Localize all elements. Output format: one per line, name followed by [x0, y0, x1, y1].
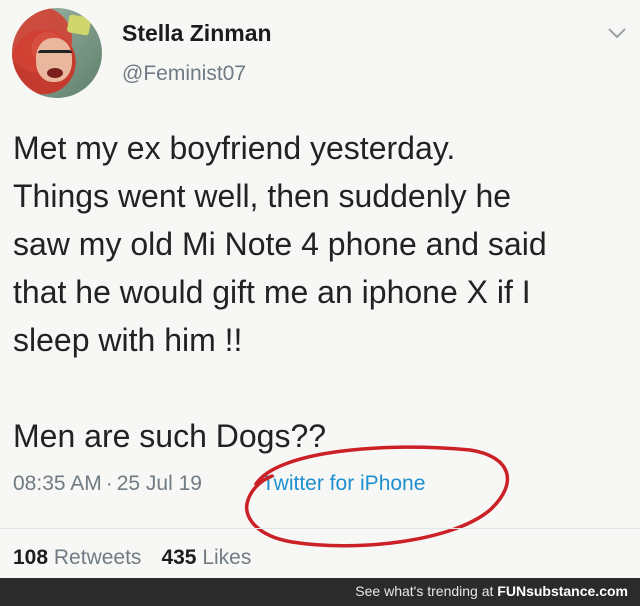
footer-text: See what's trending at FUNsubstance.com [355, 583, 628, 599]
tweet-body-line: Things went well, then suddenly he [13, 178, 512, 214]
tweet-body: Met my ex boyfriend yesterday. Things we… [13, 124, 633, 460]
tweet-date: 25 Jul 19 [116, 472, 202, 495]
avatar-glasses [38, 50, 72, 63]
avatar-mouth [47, 68, 63, 78]
author-avatar[interactable] [12, 8, 102, 98]
footer-brand-bold: FUN [497, 583, 527, 599]
tweet-stats: 108 Retweets 435 Likes [13, 546, 251, 570]
likes-label: Likes [202, 546, 252, 569]
stats-divider [0, 528, 640, 529]
tweet-body-line: saw my old Mi Note 4 phone and said [13, 226, 547, 262]
watermark-footer: See what's trending at FUNsubstance.com [0, 578, 640, 606]
likes-stat[interactable]: 435 Likes [161, 546, 251, 569]
likes-count: 435 [161, 546, 197, 569]
footer-brand-rest: substance.com [526, 583, 628, 599]
tweet-card: Stella Zinman @Feminist07 Met my ex boyf… [0, 0, 640, 578]
avatar-sign [66, 14, 92, 36]
tweet-timestamp[interactable]: 08:35 AM · 25 Jul 19 [13, 472, 202, 496]
author-handle[interactable]: @Feminist07 [122, 62, 246, 86]
tweet-time: 08:35 AM [13, 472, 102, 495]
red-circle-annotation [244, 445, 510, 548]
retweets-stat[interactable]: 108 Retweets [13, 546, 141, 569]
chevron-down-icon[interactable] [606, 24, 628, 42]
meta-separator: · [105, 472, 113, 495]
tweet-body-line: Met my ex boyfriend yesterday. [13, 130, 456, 166]
author-display-name[interactable]: Stella Zinman [122, 20, 272, 47]
footer-prefix: See what's trending at [355, 583, 494, 599]
retweets-label: Retweets [53, 546, 142, 569]
tweet-body-line: sleep with him !! [13, 322, 243, 358]
retweets-count: 108 [13, 546, 49, 569]
tweet-body-line: that he would gift me an iphone X if I [13, 274, 531, 310]
